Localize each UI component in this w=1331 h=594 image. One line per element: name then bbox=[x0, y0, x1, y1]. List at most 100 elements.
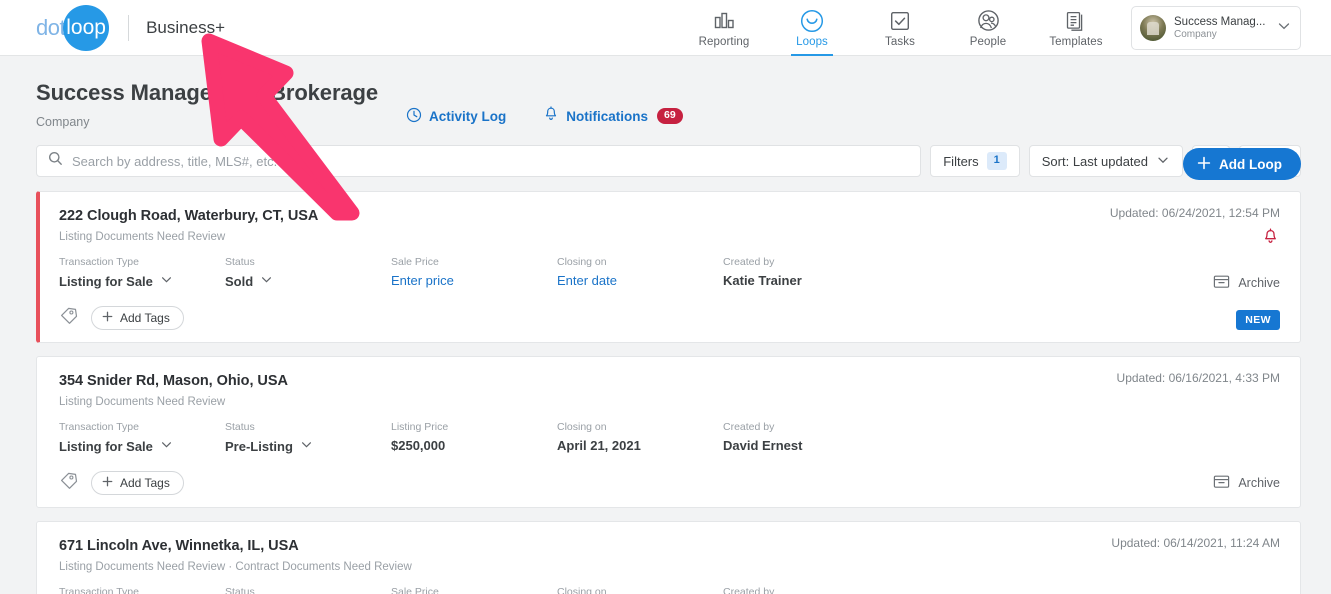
notifications-count-badge: 69 bbox=[657, 108, 683, 124]
loop-address[interactable]: 671 Lincoln Ave, Winnetka, IL, USA bbox=[59, 538, 1280, 554]
loop-review-note: Listing Documents Need Review · Contract… bbox=[59, 561, 412, 573]
price-value[interactable]: Enter price bbox=[391, 273, 557, 288]
logo-dot-text: dot bbox=[36, 14, 66, 40]
field-value: Sold bbox=[225, 273, 254, 289]
archive-button[interactable]: Archive bbox=[1213, 274, 1280, 292]
field-label: Listing Price bbox=[391, 421, 449, 433]
archive-label: Archive bbox=[1238, 276, 1280, 290]
loop-fields: Transaction Type Listing for Sale Status… bbox=[59, 421, 1280, 454]
chevron-down-icon bbox=[160, 273, 173, 289]
brand-divider bbox=[128, 14, 130, 41]
created-by-value: David Ernest bbox=[723, 438, 803, 453]
field-price: Sale Price $1,700,000 bbox=[391, 586, 557, 594]
loop-address[interactable]: 354 Snider Rd, Mason, Ohio, USA bbox=[59, 373, 1280, 389]
field-label: Created by bbox=[723, 256, 775, 268]
bar-chart-icon bbox=[713, 9, 735, 33]
closing-date-value[interactable]: April 21, 2021 bbox=[557, 438, 723, 453]
add-loop-button[interactable]: Add Loop bbox=[1183, 148, 1301, 180]
filters-count-badge: 1 bbox=[986, 152, 1007, 170]
field-label: Created by bbox=[723, 421, 775, 433]
smile-circle-icon bbox=[800, 9, 824, 33]
documents-icon bbox=[1065, 9, 1087, 33]
activity-log-link[interactable]: Activity Log bbox=[406, 107, 506, 126]
closing-date-value[interactable]: Enter date bbox=[557, 273, 723, 288]
add-tags-button[interactable]: Add Tags bbox=[91, 306, 184, 330]
top-navigation-bar: dot loop Business+ Reporting Loops Tasks… bbox=[0, 0, 1331, 56]
page-title: Success Management Brokerage bbox=[36, 80, 379, 105]
loops-toolbar: Filters 1 Sort: Last updated bbox=[36, 144, 1301, 178]
nav-label: People bbox=[969, 35, 1007, 48]
notifications-label: Notifications bbox=[566, 108, 649, 124]
tag-icon[interactable] bbox=[59, 306, 78, 330]
price-value[interactable]: $250,000 bbox=[391, 438, 557, 453]
loop-address[interactable]: 222 Clough Road, Waterbury, CT, USA bbox=[59, 208, 1280, 224]
nav-item-loops[interactable]: Loops bbox=[768, 0, 856, 56]
field-price: Sale Price Enter price bbox=[391, 256, 557, 289]
account-selector[interactable]: Success Manag... Company bbox=[1131, 6, 1301, 50]
notifications-link[interactable]: Notifications 69 bbox=[543, 106, 683, 126]
archive-icon bbox=[1213, 474, 1230, 492]
field-label: Transaction Type bbox=[59, 256, 139, 268]
field-closing-on: Closing on April 21, 2021 bbox=[557, 421, 723, 454]
chevron-down-icon bbox=[300, 438, 313, 454]
status-dropdown[interactable]: Pre-Listing bbox=[225, 438, 391, 454]
field-price: Listing Price $250,000 bbox=[391, 421, 557, 454]
dotloop-logo[interactable]: dot loop bbox=[36, 4, 110, 51]
nav-item-reporting[interactable]: Reporting bbox=[680, 0, 768, 56]
checkbox-icon bbox=[889, 9, 911, 33]
search-input[interactable] bbox=[72, 153, 910, 169]
tag-row: Add Tags bbox=[59, 471, 1280, 495]
updated-timestamp: Updated: 06/14/2021, 11:24 AM bbox=[1111, 536, 1280, 550]
loop-card[interactable]: 671 Lincoln Ave, Winnetka, IL, USA Listi… bbox=[36, 521, 1301, 594]
field-transaction-type: Transaction Type Listing for Sale bbox=[59, 586, 225, 594]
status-dropdown[interactable]: Sold bbox=[225, 273, 391, 289]
field-value: Pre-Listing bbox=[225, 438, 293, 454]
main-nav: Reporting Loops Tasks People Templates bbox=[680, 0, 1120, 56]
updated-timestamp: Updated: 06/24/2021, 12:54 PM bbox=[1109, 206, 1280, 220]
field-closing-on: Closing on October 31, 2020 bbox=[557, 586, 723, 594]
loop-card[interactable]: 222 Clough Road, Waterbury, CT, USA List… bbox=[36, 191, 1301, 343]
tag-row: Add Tags bbox=[59, 306, 1280, 330]
page-header: Success Management Brokerage Company Act… bbox=[0, 56, 1331, 180]
field-value: Listing for Sale bbox=[59, 438, 153, 454]
field-label: Status bbox=[225, 256, 255, 268]
sort-dropdown[interactable]: Sort: Last updated bbox=[1028, 145, 1183, 177]
header-links: Activity Log Notifications 69 bbox=[406, 106, 683, 126]
product-name: Business+ bbox=[146, 17, 226, 37]
loop-fields: Transaction Type Listing for Sale Status… bbox=[59, 586, 1280, 594]
loop-card[interactable]: 354 Snider Rd, Mason, Ohio, USA Listing … bbox=[36, 356, 1301, 508]
new-badge: NEW bbox=[1236, 309, 1280, 330]
field-transaction-type: Transaction Type Listing for Sale bbox=[59, 421, 225, 454]
field-created-by: Created by Wade Boothe bbox=[723, 586, 893, 594]
tag-icon[interactable] bbox=[59, 471, 78, 495]
field-transaction-type: Transaction Type Listing for Sale bbox=[59, 256, 225, 289]
nav-item-people[interactable]: People bbox=[944, 0, 1032, 56]
loop-review-note: Listing Documents Need Review bbox=[59, 231, 226, 243]
add-tags-button[interactable]: Add Tags bbox=[91, 471, 184, 495]
field-label: Created by bbox=[723, 586, 775, 594]
account-name: Success Manag... bbox=[1174, 16, 1266, 28]
nav-item-templates[interactable]: Templates bbox=[1032, 0, 1120, 56]
transaction-type-dropdown[interactable]: Listing for Sale bbox=[59, 438, 225, 454]
field-label: Sale Price bbox=[391, 586, 439, 594]
clock-icon bbox=[406, 107, 422, 126]
transaction-type-dropdown[interactable]: Listing for Sale bbox=[59, 273, 225, 289]
field-label: Closing on bbox=[557, 421, 607, 433]
nav-label: Reporting bbox=[698, 35, 750, 48]
brand[interactable]: dot loop Business+ bbox=[0, 4, 226, 51]
filters-button[interactable]: Filters 1 bbox=[930, 145, 1020, 177]
loops-page: dot loop Business+ Reporting Loops Tasks… bbox=[0, 0, 1331, 594]
archive-label: Archive bbox=[1238, 476, 1280, 490]
field-status: Status Pre-Listing bbox=[225, 421, 391, 454]
sort-label: Sort: Last updated bbox=[1041, 153, 1148, 169]
add-tags-label: Add Tags bbox=[120, 476, 170, 490]
add-tags-label: Add Tags bbox=[120, 311, 170, 325]
archive-button[interactable]: Archive bbox=[1213, 474, 1280, 492]
field-label: Closing on bbox=[557, 586, 607, 594]
search-field[interactable] bbox=[36, 145, 922, 177]
alert-bell-icon[interactable] bbox=[1262, 228, 1279, 251]
field-label: Transaction Type bbox=[59, 421, 139, 433]
nav-item-tasks[interactable]: Tasks bbox=[856, 0, 944, 56]
created-by-value: Katie Trainer bbox=[723, 273, 802, 288]
loop-list: 222 Clough Road, Waterbury, CT, USA List… bbox=[36, 191, 1301, 594]
